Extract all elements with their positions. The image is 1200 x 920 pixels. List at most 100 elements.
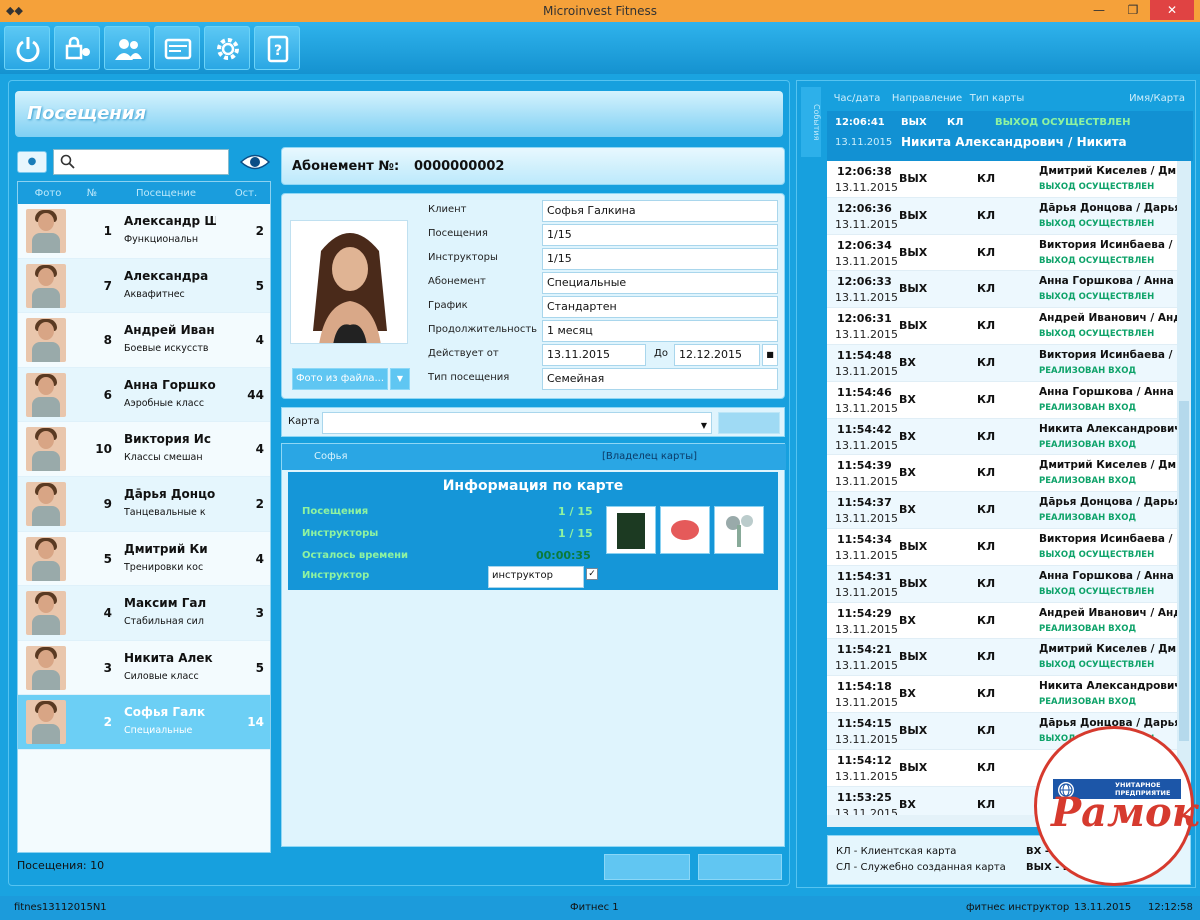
client-number: 7 [103, 278, 112, 293]
visit-type-input[interactable]: Семейная [542, 368, 778, 390]
event-card-type: КЛ [977, 723, 996, 737]
event-row[interactable]: 11:54:31 13.11.2015 ВЫХ КЛ Анна Горшкова / А… [827, 565, 1177, 603]
valid-to-input[interactable]: 12.12.2015 [674, 344, 760, 366]
event-row[interactable]: 11:54:21 13.11.2015 ВЫХ КЛ Дмитрий Киселев /… [827, 639, 1177, 677]
event-direction: ВЫХ [899, 760, 928, 774]
event-row[interactable]: 11:54:48 13.11.2015 ВХ КЛ Виктория Исинбаева… [827, 344, 1177, 382]
field-input[interactable]: 1/15 [542, 248, 778, 270]
bottom-button-1[interactable] [604, 854, 690, 880]
search-input[interactable] [53, 149, 229, 175]
subscription-panel: Абонемент №: 0000000002 Фото из файла...… [281, 147, 786, 847]
help-button[interactable]: ? [254, 26, 300, 70]
client-remaining: 2 [255, 224, 264, 238]
client-row[interactable]: 2 Софья Галк Специальные 14 [18, 695, 270, 750]
event-time: 12:06:34 [837, 238, 892, 252]
client-row[interactable]: 1 Александр Ш Функциональн 2 [18, 204, 270, 259]
settings-button[interactable] [204, 26, 250, 70]
latest-status: ВЫХОД ОСУЩЕСТВЛЕН [995, 117, 1131, 128]
event-time: 11:54:37 [837, 496, 892, 510]
cards-button[interactable] [154, 26, 200, 70]
field-input[interactable]: 1 месяц [542, 320, 778, 342]
lock-user-button[interactable] [54, 26, 100, 70]
events-scrollbar[interactable] [1177, 161, 1191, 815]
event-row[interactable]: 11:54:34 13.11.2015 ВЫХ КЛ Виктория Исинбаев… [827, 529, 1177, 566]
event-direction: ВХ [899, 503, 916, 517]
add-client-button[interactable]: ● [17, 151, 47, 173]
event-row[interactable]: 12:06:38 13.11.2015 ВЫХ КЛ Дмитрий Киселев /… [827, 161, 1177, 198]
clients-button[interactable] [104, 26, 150, 70]
card-select[interactable]: ▼ [322, 412, 712, 434]
client-row[interactable]: 5 Дмитрий Ки Тренировки кос 4 [18, 532, 270, 587]
client-number: 8 [103, 333, 112, 348]
client-remaining: 4 [255, 551, 264, 566]
event-status: РЕАЛИЗОВАН ВХОД [1039, 513, 1137, 524]
event-row[interactable]: 12:06:31 13.11.2015 ВЫХ КЛ Андрей Иванович /… [827, 308, 1177, 345]
card-info-panel: Софья [Владелец карты] Информация по кар… [281, 443, 786, 847]
field-input[interactable]: Специальные [542, 272, 778, 294]
event-direction: ВЫХ [899, 539, 928, 553]
event-card-type: КЛ [977, 466, 996, 480]
event-time: 11:54:34 [837, 532, 892, 546]
latest-date: 13.11.2015 [835, 137, 893, 148]
event-row[interactable]: 12:06:34 13.11.2015 ВЫХ КЛ Виктория Исинбаев… [827, 235, 1177, 272]
event-direction: ВЫХ [899, 576, 928, 590]
client-row[interactable]: 7 Александра Аквафитнес 5 [18, 258, 270, 314]
power-button[interactable] [4, 26, 50, 70]
event-status: ВЫХОД ОСУЩЕСТВЛЕН [1039, 218, 1155, 229]
field-label: Продолжительность [428, 324, 538, 335]
client-row[interactable]: 9 Дāрья Донцо Танцевальные к 2 [18, 476, 270, 532]
client-row[interactable]: 3 Никита Алек Силовые класс 5 [18, 641, 270, 696]
event-name: Дмитрий Киселев / Дми [1039, 459, 1177, 472]
minimize-button[interactable]: — [1082, 0, 1116, 20]
event-time: 11:54:21 [837, 643, 892, 657]
event-row[interactable]: 12:06:33 13.11.2015 ВЫХ КЛ Анна Горшкова / А… [827, 271, 1177, 309]
bottom-button-2[interactable] [698, 854, 782, 880]
field-input[interactable]: Стандартен [542, 296, 778, 318]
events-side-tab[interactable]: События [801, 87, 821, 157]
calendar-button[interactable]: ■ [762, 344, 778, 366]
field-label: Посещения [428, 228, 488, 239]
event-row[interactable]: 12:06:36 13.11.2015 ВЫХ КЛ Дāрья Донцова / Д… [827, 197, 1177, 235]
event-card-type: КЛ [977, 245, 996, 259]
valid-from-input[interactable]: 13.11.2015 [542, 344, 646, 366]
client-row[interactable]: 10 Виктория Ис Классы смешан 4 [18, 422, 270, 477]
close-button[interactable]: ✕ [1150, 0, 1194, 20]
event-name: Анна Горшкова / Анна [1039, 275, 1174, 288]
latest-direction: ВЫХ [901, 117, 927, 128]
event-row[interactable]: 11:54:46 13.11.2015 ВХ КЛ Анна Горшкова / Ан… [827, 382, 1177, 419]
event-row[interactable]: 11:54:37 13.11.2015 ВХ КЛ Дāрья Донцова / Да… [827, 492, 1177, 529]
client-name: Андрей Иван [124, 323, 215, 338]
client-number: 1 [103, 224, 112, 238]
client-visit: Танцевальные к [124, 506, 206, 518]
scrollbar-thumb[interactable] [1179, 401, 1189, 741]
event-card-type: КЛ [977, 503, 996, 517]
eye-icon[interactable] [239, 151, 271, 173]
client-visit: Стабильная сил [124, 616, 204, 628]
client-row[interactable]: 6 Анна Горшко Аэробные класс 44 [18, 367, 270, 423]
instructor-select[interactable]: инструктор [488, 566, 584, 588]
event-row[interactable]: 11:54:18 13.11.2015 ВХ КЛ Никита Александров… [827, 676, 1177, 713]
card-action-button[interactable] [718, 412, 780, 434]
maximize-button[interactable]: ❐ [1116, 0, 1150, 20]
event-date: 13.11.2015 [835, 622, 898, 636]
col-name-card: Имя/Карта [1129, 92, 1185, 104]
field-input[interactable]: 1/15 [542, 224, 778, 246]
event-row[interactable]: 11:54:39 13.11.2015 ВХ КЛ Дмитрий Киселев / … [827, 455, 1177, 493]
client-remaining: 5 [255, 278, 264, 293]
client-number: 3 [103, 660, 112, 675]
event-status: ВЫХОД ОСУЩЕСТВЛЕН [1039, 292, 1155, 303]
field-input[interactable]: Софья Галкина [542, 200, 778, 222]
instructor-checkbox[interactable]: ✓ [586, 568, 598, 580]
client-row[interactable]: 8 Андрей Иван Боевые искусств 4 [18, 313, 270, 368]
tab-card-owner[interactable]: Софья [314, 451, 348, 462]
bracelet-image [660, 506, 710, 554]
event-row[interactable]: 11:54:42 13.11.2015 ВХ КЛ Никита Александров… [827, 418, 1177, 456]
form-row: Продолжительность 1 месяц [422, 320, 782, 342]
col-remaining: Ост. [234, 187, 258, 199]
event-row[interactable]: 11:54:29 13.11.2015 ВХ КЛ Андрей Иванович / … [827, 603, 1177, 640]
client-thumbnail [26, 481, 66, 526]
photo-dropdown-button[interactable]: ▼ [390, 368, 410, 390]
client-row[interactable]: 4 Максим Гал Стабильная сил 3 [18, 586, 270, 641]
client-visit: Аэробные класс [124, 397, 205, 409]
photo-from-file-button[interactable]: Фото из файла... [292, 368, 388, 390]
